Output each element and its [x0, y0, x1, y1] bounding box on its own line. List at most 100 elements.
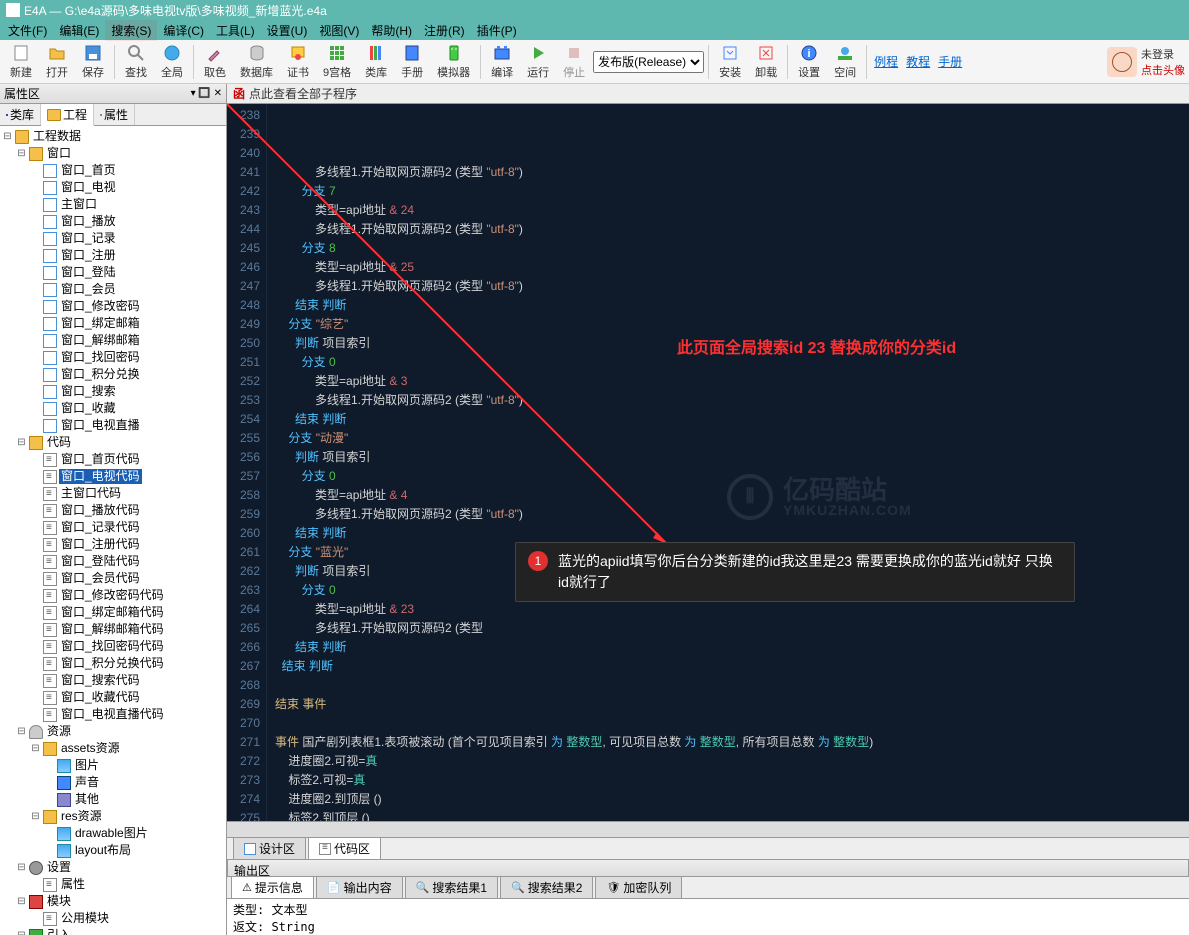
tree-node[interactable]: 窗口_积分兑换 [2, 366, 224, 383]
manual-button[interactable]: 手册 [395, 41, 429, 82]
tree-node[interactable]: 窗口_首页代码 [2, 451, 224, 468]
compile-button[interactable]: 编译 [485, 41, 519, 82]
tab-design[interactable]: 设计区 [233, 837, 306, 859]
avatar-icon[interactable] [1107, 47, 1137, 77]
tree-node[interactable]: 窗口_播放 [2, 213, 224, 230]
tree-node[interactable]: 窗口_电视直播 [2, 417, 224, 434]
tree-node[interactable]: ⊟窗口 [2, 145, 224, 162]
output-tab[interactable]: 📄输出内容 [316, 876, 403, 898]
menu-item[interactable]: 帮助(H) [365, 20, 418, 41]
tree-node[interactable]: 主窗口 [2, 196, 224, 213]
tree-node[interactable]: 窗口_记录 [2, 230, 224, 247]
project-tree[interactable]: ⊟工程数据⊟窗口窗口_首页窗口_电视主窗口窗口_播放窗口_记录窗口_注册窗口_登… [0, 126, 226, 935]
settings-button[interactable]: i设置 [792, 41, 826, 82]
install-button[interactable]: 安装 [713, 41, 747, 82]
menu-bar[interactable]: 文件(F)编辑(E)搜索(S)编译(C)工具(L)设置(U)视图(V)帮助(H)… [0, 20, 1189, 40]
panel-menu-icon[interactable]: ▾ 🔲 ✕ [191, 88, 222, 99]
space-button[interactable]: 空间 [828, 41, 862, 82]
open-button[interactable]: 打开 [40, 41, 74, 82]
tree-node[interactable]: layout布局 [2, 842, 224, 859]
output-tab[interactable]: ⚠提示信息 [231, 876, 314, 898]
menu-item[interactable]: 设置(U) [261, 20, 314, 41]
simulator-button[interactable]: 模拟器 [431, 41, 476, 82]
colorpick-button[interactable]: 取色 [198, 41, 232, 82]
tree-node[interactable]: 属性 [2, 876, 224, 893]
output-tab[interactable]: 🔍搜索结果2 [500, 876, 593, 898]
tutorial-link[interactable]: 教程 [903, 53, 933, 70]
tree-node[interactable]: ⊟资源 [2, 723, 224, 740]
code-content[interactable]: ⦀ 亿码酷站YMKUZHAN.COM 多线程1.开始取网页源码2 (类型 "ut… [267, 104, 1189, 821]
tree-node[interactable]: 窗口_绑定邮箱 [2, 315, 224, 332]
tree-node[interactable]: 窗口_会员 [2, 281, 224, 298]
tree-node[interactable]: ⊟模块 [2, 893, 224, 910]
h-scrollbar[interactable] [227, 821, 1189, 837]
tree-node[interactable]: 窗口_电视 [2, 179, 224, 196]
uninstall-button[interactable]: 卸载 [749, 41, 783, 82]
handbook-link[interactable]: 手册 [935, 53, 965, 70]
tree-node[interactable]: 窗口_绑定邮箱代码 [2, 604, 224, 621]
code-area[interactable]: 2382392402412422432442452462472482492502… [227, 104, 1189, 821]
tree-node[interactable]: ⊟代码 [2, 434, 224, 451]
tree-node[interactable]: 窗口_收藏 [2, 400, 224, 417]
run-button[interactable]: 运行 [521, 41, 555, 82]
menu-item[interactable]: 编辑(E) [53, 20, 105, 41]
output-tab[interactable]: 🔍搜索结果1 [405, 876, 498, 898]
tree-node[interactable]: 其他 [2, 791, 224, 808]
tree-node[interactable]: 窗口_搜索代码 [2, 672, 224, 689]
tree-node[interactable]: 窗口_找回密码 [2, 349, 224, 366]
tree-node[interactable]: 窗口_修改密码 [2, 298, 224, 315]
tree-node[interactable]: 窗口_电视直播代码 [2, 706, 224, 723]
tree-node[interactable]: 窗口_修改密码代码 [2, 587, 224, 604]
global-button[interactable]: 全局 [155, 41, 189, 82]
tree-node[interactable]: ⊟设置 [2, 859, 224, 876]
tree-node[interactable]: 公用模块 [2, 910, 224, 927]
tree-node[interactable]: ⊟工程数据 [2, 128, 224, 145]
menu-item[interactable]: 文件(F) [2, 20, 53, 41]
tree-node[interactable]: 窗口_电视代码 [2, 468, 224, 485]
output-tab[interactable]: 🛡加密队列 [595, 876, 682, 898]
tree-node[interactable]: 窗口_登陆 [2, 264, 224, 281]
db-button[interactable]: 数据库 [234, 41, 279, 82]
menu-item[interactable]: 工具(L) [210, 20, 261, 41]
tab-project[interactable]: 工程 [41, 104, 94, 126]
tree-node[interactable]: 窗口_注册 [2, 247, 224, 264]
tab-lib[interactable]: 类库 [0, 104, 41, 125]
new-button[interactable]: 新建 [4, 41, 38, 82]
function-bar[interactable]: 函 点此查看全部子程序 [227, 84, 1189, 104]
menu-item[interactable]: 编译(C) [157, 20, 210, 41]
lib-button[interactable]: 类库 [359, 41, 393, 82]
tree-node[interactable]: 图片 [2, 757, 224, 774]
tree-node[interactable]: 窗口_找回密码代码 [2, 638, 224, 655]
tree-node[interactable]: ⊟引入 [2, 927, 224, 935]
menu-item[interactable]: 搜索(S) [105, 20, 157, 41]
tree-node[interactable]: 声音 [2, 774, 224, 791]
tree-node[interactable]: 窗口_积分兑换代码 [2, 655, 224, 672]
tab-code[interactable]: 代码区 [308, 837, 381, 859]
menu-item[interactable]: 注册(R) [418, 20, 471, 41]
tree-node[interactable]: 窗口_注册代码 [2, 536, 224, 553]
tree-node[interactable]: 窗口_播放代码 [2, 502, 224, 519]
tree-node[interactable]: 窗口_首页 [2, 162, 224, 179]
user-area[interactable]: 未登录 点击头像 [1107, 46, 1185, 78]
example-link[interactable]: 例程 [871, 53, 901, 70]
tree-node[interactable]: ⊟res资源 [2, 808, 224, 825]
tree-node[interactable]: 窗口_收藏代码 [2, 689, 224, 706]
tree-node[interactable]: 窗口_会员代码 [2, 570, 224, 587]
tab-properties[interactable]: 属性 [94, 104, 135, 125]
tree-node[interactable]: 窗口_登陆代码 [2, 553, 224, 570]
tree-node[interactable]: 窗口_解绑邮箱 [2, 332, 224, 349]
menu-item[interactable]: 插件(P) [471, 20, 523, 41]
find-button[interactable]: 查找 [119, 41, 153, 82]
tree-node[interactable]: drawable图片 [2, 825, 224, 842]
save-button[interactable]: 保存 [76, 41, 110, 82]
tree-node[interactable]: 窗口_解绑邮箱代码 [2, 621, 224, 638]
release-combo[interactable]: 发布版(Release) [593, 51, 704, 73]
tree-node[interactable]: ⊟assets资源 [2, 740, 224, 757]
stop-button[interactable]: 停止 [557, 41, 591, 82]
ninegrid-button[interactable]: 9宫格 [317, 41, 357, 82]
tree-node[interactable]: 主窗口代码 [2, 485, 224, 502]
cert-button[interactable]: 证书 [281, 41, 315, 82]
tree-node[interactable]: 窗口_记录代码 [2, 519, 224, 536]
menu-item[interactable]: 视图(V) [313, 20, 365, 41]
tree-node[interactable]: 窗口_搜索 [2, 383, 224, 400]
